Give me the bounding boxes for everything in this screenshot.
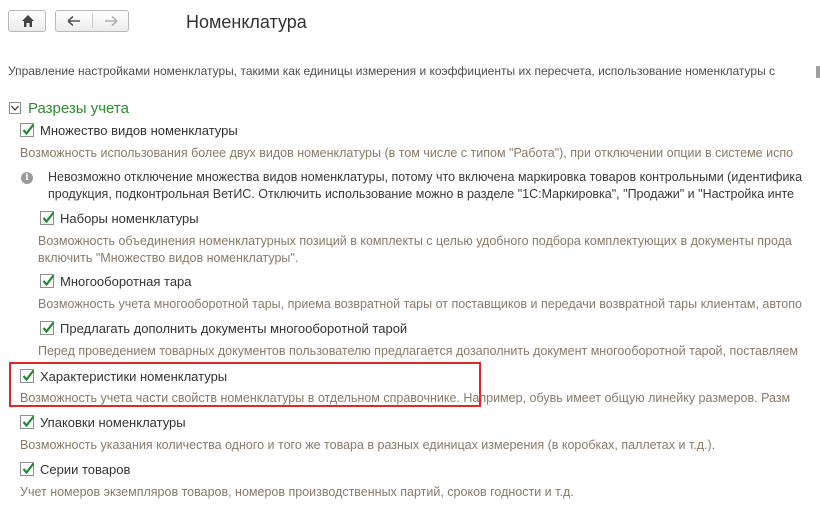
checkmark-icon bbox=[42, 321, 55, 334]
checkmark-icon bbox=[22, 123, 35, 136]
checkmark-icon bbox=[22, 415, 35, 428]
arrow-right-icon bbox=[105, 15, 118, 27]
suggest-tare-label[interactable]: Предлагать дополнить документы многообор… bbox=[60, 321, 407, 336]
page-description: Управление настройками номенклатуры, так… bbox=[8, 64, 776, 78]
returnable-tare-hint: Возможность учета многооборотной тары, п… bbox=[38, 297, 802, 311]
checkmark-icon bbox=[42, 211, 55, 224]
page-title: Номенклатура bbox=[186, 12, 307, 32]
forward-button[interactable] bbox=[93, 11, 129, 31]
kits-hint-line2: включить "Множество видов номенклатуры". bbox=[38, 251, 299, 265]
arrow-left-icon bbox=[67, 15, 80, 27]
kits-hint-line1: Возможность объединения номенклатурных п… bbox=[38, 234, 792, 248]
multiple-kinds-checkbox[interactable] bbox=[20, 123, 35, 137]
back-button[interactable] bbox=[56, 11, 92, 31]
group-collapse-toggle[interactable] bbox=[9, 102, 21, 114]
info-note-line2: продукция, подконтрольная ВетИС. Отключи… bbox=[48, 187, 795, 201]
returnable-tare-checkbox[interactable] bbox=[40, 274, 55, 288]
navigation-group bbox=[55, 10, 129, 32]
series-hint: Учет номеров экземпляров товаров, номеро… bbox=[20, 485, 574, 499]
group-title[interactable]: Разрезы учета bbox=[28, 100, 129, 117]
highlight-frame bbox=[9, 362, 481, 407]
scrollbar[interactable] bbox=[816, 66, 820, 78]
info-note-line1: Невозможно отключение множества видов но… bbox=[48, 170, 803, 184]
packages-label[interactable]: Упаковки номенклатуры bbox=[40, 415, 186, 430]
kits-checkbox[interactable] bbox=[40, 211, 55, 225]
checkmark-icon bbox=[22, 462, 35, 475]
info-icon: i bbox=[21, 172, 33, 184]
suggest-tare-hint: Перед проведением товарных документов по… bbox=[38, 344, 798, 358]
suggest-tare-checkbox[interactable] bbox=[40, 321, 55, 335]
multiple-kinds-hint: Возможность использования более двух вид… bbox=[20, 146, 794, 160]
chevron-down-icon bbox=[11, 105, 19, 111]
packages-hint: Возможность указания количества одного и… bbox=[20, 438, 716, 452]
returnable-tare-label[interactable]: Многооборотная тара bbox=[60, 274, 192, 289]
home-button[interactable] bbox=[8, 10, 46, 32]
home-icon bbox=[22, 15, 34, 27]
kits-label[interactable]: Наборы номенклатуры bbox=[60, 211, 199, 226]
series-label[interactable]: Серии товаров bbox=[40, 462, 130, 477]
packages-checkbox[interactable] bbox=[20, 415, 35, 429]
multiple-kinds-label[interactable]: Множество видов номенклатуры bbox=[40, 123, 238, 138]
checkmark-icon bbox=[42, 274, 55, 287]
series-checkbox[interactable] bbox=[20, 462, 35, 476]
